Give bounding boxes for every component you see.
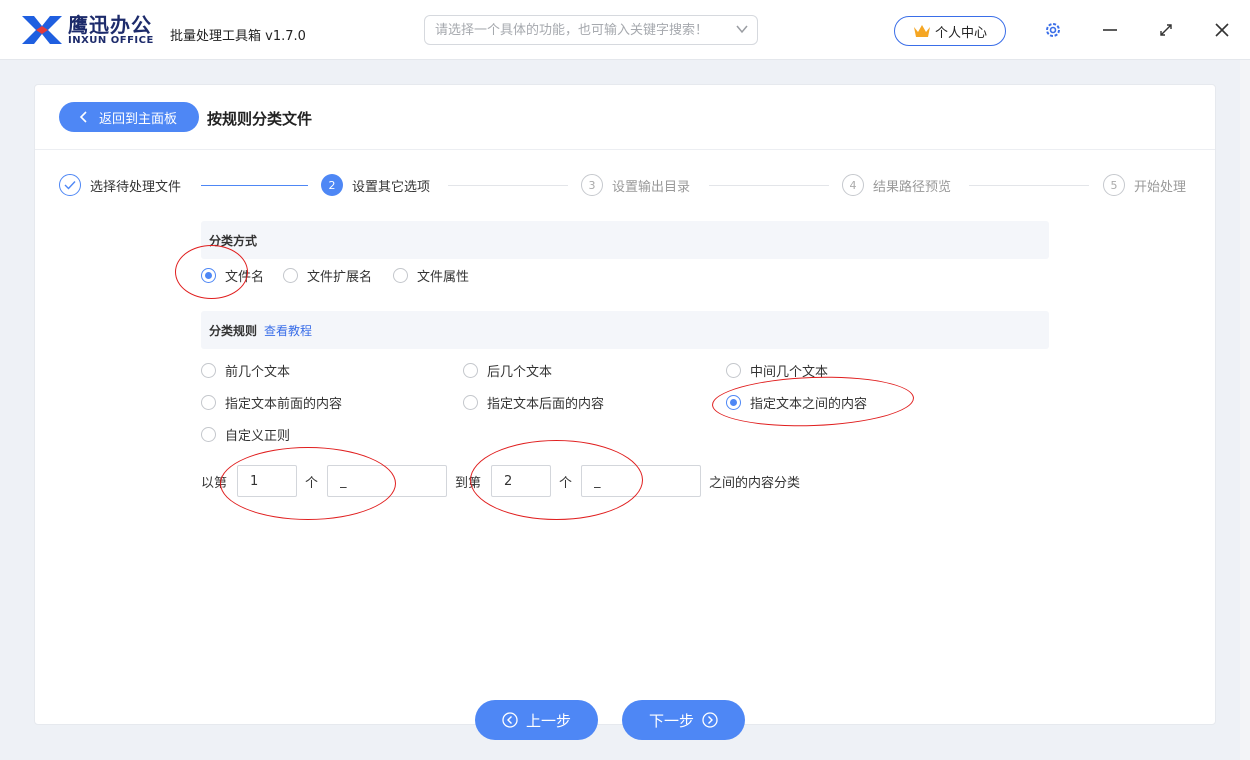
step-number: 4 [842, 174, 864, 196]
radio-button[interactable] [463, 394, 478, 410]
section-title: 分类规则 [209, 323, 258, 338]
crown-icon [913, 25, 930, 37]
first-text-input[interactable] [327, 465, 447, 497]
rule-suffix: 之间的内容分类 [709, 476, 801, 491]
first-index-input[interactable] [237, 465, 297, 497]
maximize-icon[interactable] [1156, 20, 1176, 40]
chevron-left-icon [79, 111, 87, 123]
radio-label: 文件名 [225, 269, 265, 285]
radio-label: 文件扩展名 [307, 269, 373, 285]
next-step-button[interactable]: 下一步 [622, 700, 745, 740]
personal-center-label: 个人中心 [934, 25, 987, 41]
step-3: 3 设置输出目录 [581, 174, 690, 196]
brand-name-cn: 鹰迅办公 [68, 13, 152, 37]
radio-custom-regex[interactable]: 自定义正则 [201, 425, 291, 444]
classify-rule-heading: 分类规则 查看教程 [201, 311, 1049, 349]
radio-file-extension[interactable]: 文件扩展名 [283, 266, 373, 285]
chevron-down-icon[interactable] [734, 21, 750, 37]
step-2: 2 设置其它选项 [321, 174, 430, 196]
step-connector [709, 185, 829, 186]
step-label: 设置输出目录 [612, 179, 691, 195]
radio-first-n-text[interactable]: 前几个文本 [201, 361, 291, 380]
step-connector [201, 185, 308, 186]
radio-label: 前几个文本 [225, 364, 291, 380]
radio-file-name[interactable]: 文件名 [201, 266, 265, 285]
step-number: 3 [581, 174, 603, 196]
scrollbar-track[interactable] [1240, 60, 1250, 760]
step-1: 选择待处理文件 [59, 174, 181, 196]
step-5: 5 开始处理 [1103, 174, 1186, 196]
radio-label: 后几个文本 [487, 364, 553, 380]
step-number: 5 [1103, 174, 1125, 196]
logo-icon [22, 16, 62, 44]
prev-step-label: 上一步 [525, 711, 571, 730]
gear-icon[interactable] [1044, 21, 1062, 39]
radio-button[interactable] [201, 394, 216, 410]
check-icon [59, 174, 81, 196]
radio-label: 中间几个文本 [750, 364, 829, 380]
radio-button[interactable] [726, 394, 741, 410]
radio-middle-n-text[interactable]: 中间几个文本 [726, 361, 829, 380]
radio-between-text[interactable]: 指定文本之间的内容 [726, 393, 868, 412]
radio-last-n-text[interactable]: 后几个文本 [463, 361, 553, 380]
step-4: 4 结果路径预览 [842, 174, 951, 196]
second-text-input[interactable] [581, 465, 701, 497]
brand-name-en: INXUN OFFICE [68, 35, 154, 46]
radio-label: 指定文本后面的内容 [487, 396, 605, 412]
page-title: 按规则分类文件 [207, 110, 313, 128]
close-icon[interactable] [1212, 20, 1232, 40]
radio-label: 指定文本之间的内容 [750, 396, 868, 412]
rule-unit-2: 个 [559, 476, 573, 491]
arrow-right-circle-icon [702, 712, 718, 728]
arrow-left-circle-icon [502, 712, 518, 728]
title-bar: 鹰迅办公 INXUN OFFICE 批量处理工具箱 v1.7.0 个人中心 [0, 0, 1250, 60]
step-label: 结果路径预览 [873, 179, 952, 195]
step-connector [448, 185, 568, 186]
radio-button[interactable] [201, 362, 216, 378]
step-number: 2 [321, 174, 343, 196]
prev-step-button[interactable]: 上一步 [475, 700, 598, 740]
radio-button[interactable] [283, 267, 298, 283]
view-tutorial-link[interactable]: 查看教程 [264, 322, 312, 339]
radio-button[interactable] [201, 267, 216, 283]
radio-button[interactable] [393, 267, 408, 283]
radio-label: 自定义正则 [225, 428, 291, 444]
radio-button[interactable] [201, 426, 216, 442]
search-input[interactable] [424, 15, 758, 45]
second-index-input[interactable] [491, 465, 551, 497]
personal-center-button[interactable]: 个人中心 [894, 16, 1006, 46]
minimize-icon[interactable] [1100, 20, 1120, 40]
radio-label: 文件属性 [417, 269, 470, 285]
divider [35, 149, 1215, 150]
rule-prefix: 以第 [201, 476, 228, 491]
rule-unit-1: 个 [305, 476, 319, 491]
step-label: 设置其它选项 [352, 179, 431, 195]
back-to-main-button[interactable]: 返回到主面板 [59, 102, 199, 132]
radio-file-attribute[interactable]: 文件属性 [393, 266, 470, 285]
radio-button[interactable] [463, 362, 478, 378]
step-label: 开始处理 [1134, 179, 1187, 195]
rule-middle: 到第 [455, 476, 482, 491]
radio-button[interactable] [726, 362, 741, 378]
back-button-label: 返回到主面板 [99, 111, 178, 127]
section-title: 分类方式 [209, 233, 258, 248]
step-connector [969, 185, 1089, 186]
radio-before-text[interactable]: 指定文本前面的内容 [201, 393, 343, 412]
step-label: 选择待处理文件 [90, 179, 182, 195]
next-step-label: 下一步 [648, 711, 694, 730]
app-title: 批量处理工具箱 v1.7.0 [170, 29, 306, 44]
radio-label: 指定文本前面的内容 [225, 396, 343, 412]
radio-after-text[interactable]: 指定文本后面的内容 [463, 393, 605, 412]
classify-method-heading: 分类方式 [201, 221, 1049, 259]
